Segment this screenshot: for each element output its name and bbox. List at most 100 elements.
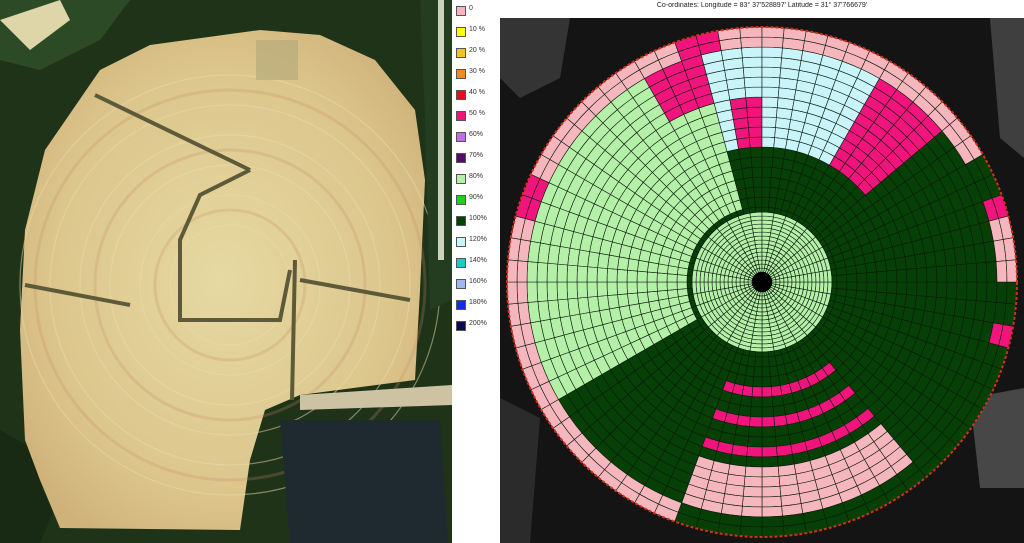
coverage-cell — [626, 281, 638, 295]
coverage-cell — [757, 259, 763, 265]
coverage-cell — [750, 156, 763, 168]
coverage-cell — [755, 206, 763, 213]
coverage-cell — [742, 495, 763, 508]
legend-label: 40 % — [469, 89, 485, 96]
coverage-cell — [637, 259, 650, 273]
coverage-cell — [759, 267, 763, 273]
coverage-cell — [586, 281, 598, 298]
coverage-cell — [745, 456, 763, 468]
coverage-cell — [761, 106, 778, 118]
coverage-cell — [916, 267, 928, 283]
coverage-cell — [758, 263, 763, 269]
coverage-cell — [761, 156, 774, 168]
coverage-cell — [646, 271, 658, 283]
coverage-cell — [865, 261, 877, 274]
legend-swatch — [456, 153, 466, 163]
coverage-cell — [741, 46, 763, 59]
coverage-cell — [995, 281, 1008, 304]
coverage-cell — [739, 394, 753, 407]
coverage-cell — [607, 254, 620, 270]
legend-swatch — [456, 237, 466, 247]
coverage-cell — [754, 196, 763, 208]
coverage-cell — [874, 259, 887, 273]
coverage-cell — [754, 356, 763, 368]
coverage-cell — [761, 46, 783, 59]
coverage-cell — [945, 264, 958, 283]
polar-coverage-map — [500, 18, 1024, 543]
coverage-cell — [637, 291, 650, 305]
coverage-cell — [566, 281, 579, 300]
coverage-cell — [955, 281, 968, 301]
coverage-cell — [846, 281, 858, 291]
legend-item: 90% — [456, 194, 500, 207]
coverage-cell — [761, 295, 766, 301]
pivot-center — [752, 272, 772, 292]
coverage-cell — [985, 261, 998, 283]
coverage-cell — [738, 404, 752, 417]
coverage-cell — [876, 281, 888, 294]
legend-item: 50 % — [456, 110, 500, 123]
coverage-cell — [755, 351, 763, 358]
coverage-cell — [747, 436, 763, 448]
coverage-cell — [761, 475, 781, 488]
legend-swatch — [456, 48, 466, 58]
coverage-cell — [769, 365, 779, 377]
coverage-cell — [556, 281, 569, 301]
coverage-cell — [761, 36, 784, 49]
coverage-cell — [975, 262, 988, 283]
coverage-cell — [747, 116, 763, 128]
coverage-cell — [743, 76, 763, 89]
coverage-cell — [866, 271, 878, 283]
legend-item: 120% — [456, 236, 500, 249]
coverage-cell — [936, 281, 948, 299]
legend-label: 80% — [469, 173, 484, 180]
coverage-cell — [771, 394, 785, 407]
legend-item: 20 % — [456, 47, 500, 60]
coverage-cell — [945, 281, 958, 300]
legend-item: 140% — [456, 257, 500, 270]
legend-label: 60% — [469, 131, 484, 138]
coverage-cell — [779, 277, 785, 283]
coverage-cell — [787, 276, 793, 283]
coverage-cell — [606, 268, 618, 283]
coverage-cell — [734, 424, 750, 437]
coverage-cell — [856, 281, 868, 292]
coverage-map-panel: Co-ordinates: Longitude = 83° 37'528897'… — [500, 0, 1024, 543]
coverage-cell — [686, 275, 693, 283]
coverage-cell — [743, 281, 749, 286]
coverage-cell — [666, 281, 678, 291]
coverage-cell — [771, 157, 785, 170]
coverage-cell — [965, 262, 978, 283]
coverage-cell — [856, 272, 868, 283]
pond — [280, 420, 448, 543]
coverage-cell — [761, 485, 782, 498]
legend-swatch — [456, 300, 466, 310]
coverage-cell — [744, 465, 763, 478]
legend-item: 10 % — [456, 26, 500, 39]
coverage-cell — [506, 259, 519, 283]
coverage-cell — [761, 307, 768, 313]
legend-label: 160% — [469, 278, 487, 285]
legend-label: 70% — [469, 152, 484, 159]
coverage-cell — [761, 515, 784, 528]
coverage-cell — [753, 366, 763, 378]
coverage-cell — [596, 267, 608, 283]
coverage-cell — [739, 525, 763, 538]
coverage-cell — [836, 274, 848, 283]
coverage-cell — [761, 416, 775, 428]
coverage-cell — [773, 137, 788, 150]
coverage-cell — [749, 146, 763, 158]
coverage-cell — [667, 289, 679, 299]
coverage-cell — [749, 416, 763, 428]
coverage-cell — [866, 281, 878, 293]
coverage-cell — [676, 288, 689, 298]
legend-swatch — [456, 27, 466, 37]
coverage-cell — [831, 275, 838, 283]
coverage-cell — [770, 385, 783, 397]
coverage-cell — [761, 66, 782, 79]
coverage-cell — [607, 294, 620, 310]
coverage-cell — [894, 256, 907, 271]
coverage-cell — [761, 76, 781, 89]
coverage-cell — [773, 414, 788, 427]
coverage-cell — [896, 269, 908, 283]
